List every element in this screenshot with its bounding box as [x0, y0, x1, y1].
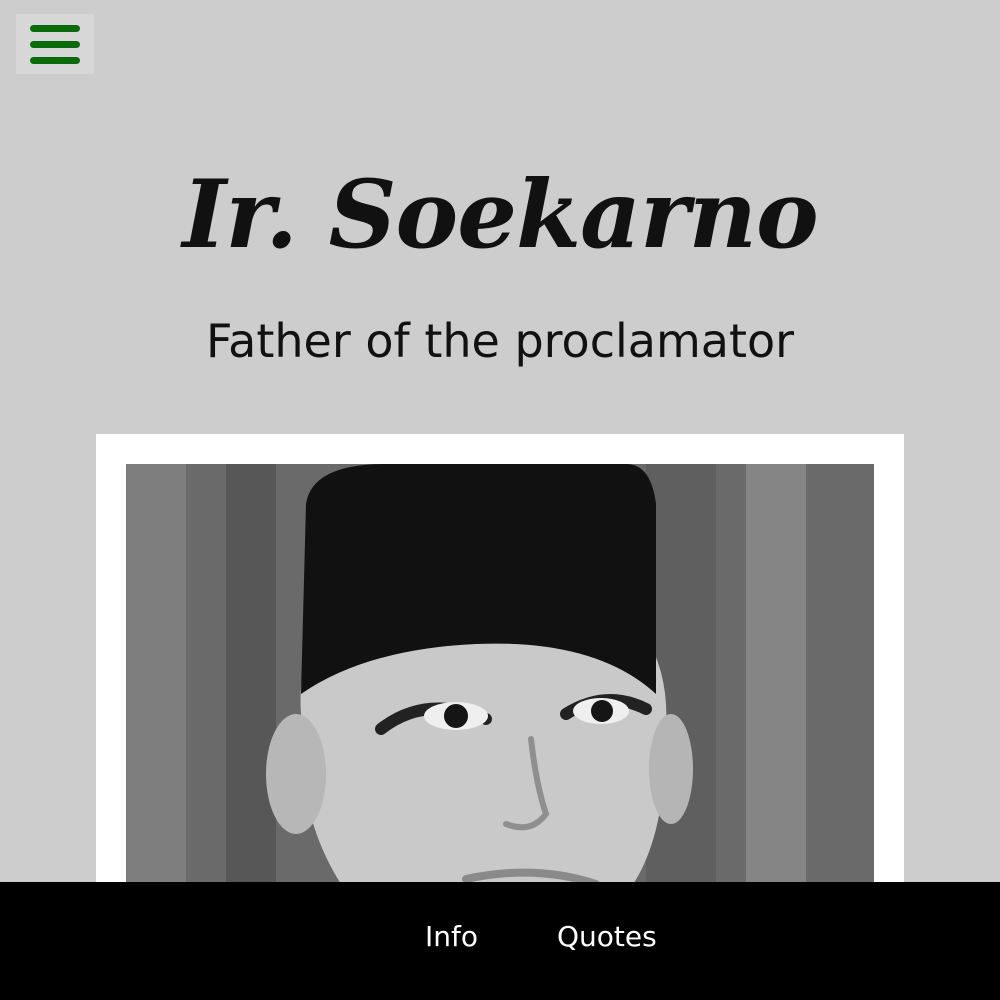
- hamburger-menu-icon-bar: [30, 57, 80, 64]
- page-subtitle: Father of the proclamator: [205, 314, 795, 368]
- hamburger-menu-icon: [30, 25, 80, 32]
- bottom-nav: Info Quotes: [0, 882, 1000, 1000]
- page-title: Ir. Soekarno: [182, 160, 818, 270]
- page: Ir. Soekarno Father of the proclamator I…: [0, 0, 1000, 1000]
- nav-quotes-link[interactable]: Quotes: [557, 920, 657, 953]
- menu-button[interactable]: [16, 14, 94, 74]
- hamburger-menu-icon-bar: [30, 41, 80, 48]
- nav-info-link[interactable]: Info: [425, 920, 478, 953]
